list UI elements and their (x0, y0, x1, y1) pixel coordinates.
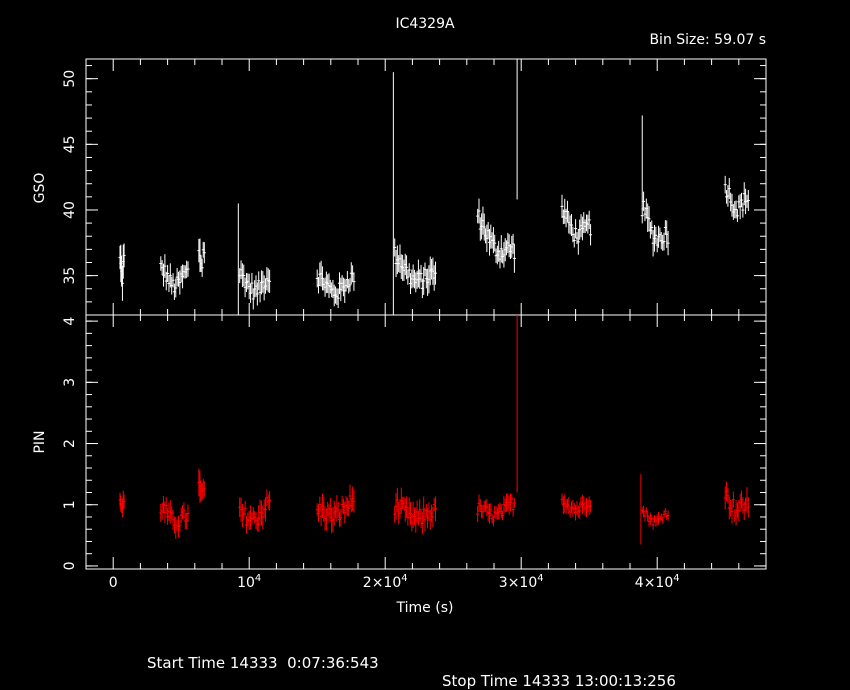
panel-frame-pin (85, 314, 767, 570)
pin-axis-label: PIN (32, 430, 48, 453)
y-tick-label: 35 (62, 267, 78, 285)
time-range-footer: Start Time 14333 0:07:36:543 Stop Time 1… (0, 636, 850, 690)
x-tick-label: 4×104 (635, 573, 680, 591)
y-tick-label: 3 (62, 378, 78, 387)
y-tick-label: 0 (62, 561, 78, 570)
start-time: Start Time 14333 0:07:36:543 (147, 654, 379, 672)
y-tick-label: 45 (62, 135, 78, 153)
y-tick-label: 50 (62, 70, 78, 88)
y-tick-label: 4 (62, 317, 78, 326)
light-curve-plot: IC4329A Bin Size: 59.07 s Time (s) GSO P… (32, 16, 767, 616)
x-tick-label: 3×104 (499, 573, 544, 591)
x-tick-label: 104 (237, 573, 261, 591)
stop-time: Stop Time 14333 13:00:13:256 (442, 672, 676, 690)
y-tick-label: 1 (62, 500, 78, 509)
chart-title: IC4329A (395, 16, 455, 32)
y-tick-label: 40 (62, 201, 78, 219)
x-axis-label: Time (s) (396, 600, 454, 616)
gso-axis-label: GSO (32, 173, 48, 204)
x-tick-label: 2×104 (363, 573, 408, 591)
y-tick-label: 2 (62, 439, 78, 448)
bin-size-label: Bin Size: 59.07 s (649, 32, 766, 48)
x-tick-label: 0 (109, 575, 118, 591)
